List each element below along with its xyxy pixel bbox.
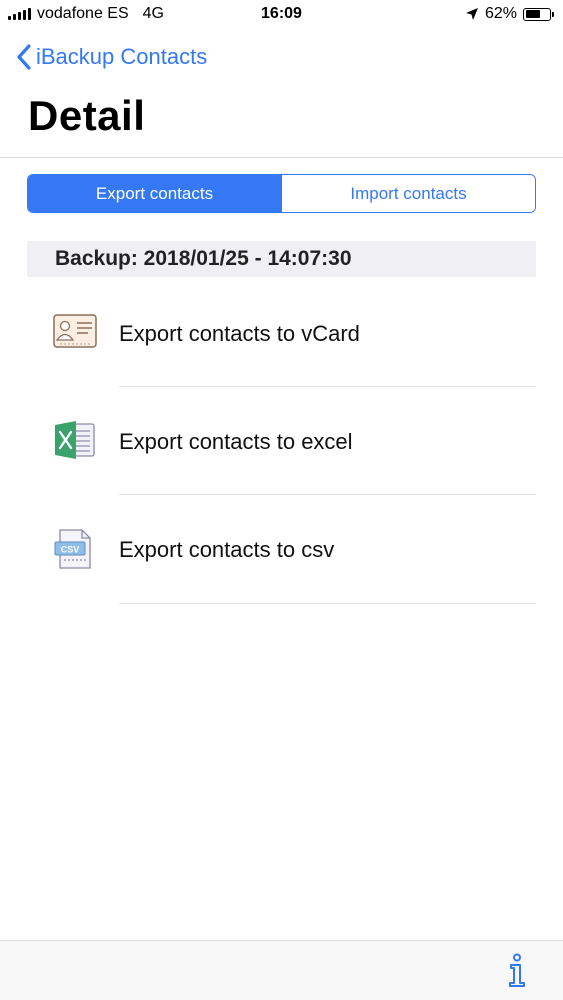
import-contacts-tab[interactable]: Import contacts xyxy=(281,175,535,212)
bottom-toolbar xyxy=(0,941,563,1000)
export-vcard-item[interactable]: Export contacts to vCard xyxy=(0,279,563,387)
status-bar: vodafone ES 4G 16:09 62% xyxy=(0,0,563,30)
status-bar-right: 62% xyxy=(465,5,554,23)
battery-icon xyxy=(523,7,554,21)
backup-section-header: Backup: 2018/01/25 - 14:07:30 xyxy=(27,241,536,277)
export-import-segmented-control: Export contacts Import contacts xyxy=(27,174,536,213)
export-csv-label: Export contacts to csv xyxy=(119,537,335,562)
battery-fill xyxy=(525,10,540,18)
export-vcard-label: Export contacts to vCard xyxy=(119,321,360,346)
vcard-icon xyxy=(53,314,97,348)
export-excel-item[interactable]: Export contacts to excel xyxy=(0,387,563,495)
location-arrow-icon xyxy=(465,8,478,20)
header-divider xyxy=(0,157,563,158)
page-title: Detail xyxy=(28,92,146,139)
csv-icon-text: CSV xyxy=(61,545,80,555)
list-separator xyxy=(119,603,536,604)
info-icon[interactable] xyxy=(505,953,529,989)
export-excel-label: Export contacts to excel xyxy=(119,429,353,454)
export-csv-item[interactable]: CSV Export contacts to csv xyxy=(0,495,563,604)
back-button-label: iBackup Contacts xyxy=(36,44,208,69)
battery-percent: 62% xyxy=(484,5,517,22)
export-contacts-tab[interactable]: Export contacts xyxy=(28,175,281,212)
excel-icon xyxy=(55,421,95,459)
csv-file-icon: CSV xyxy=(54,529,91,569)
chevron-left-icon xyxy=(17,44,31,70)
back-button[interactable]: iBackup Contacts xyxy=(16,40,207,74)
